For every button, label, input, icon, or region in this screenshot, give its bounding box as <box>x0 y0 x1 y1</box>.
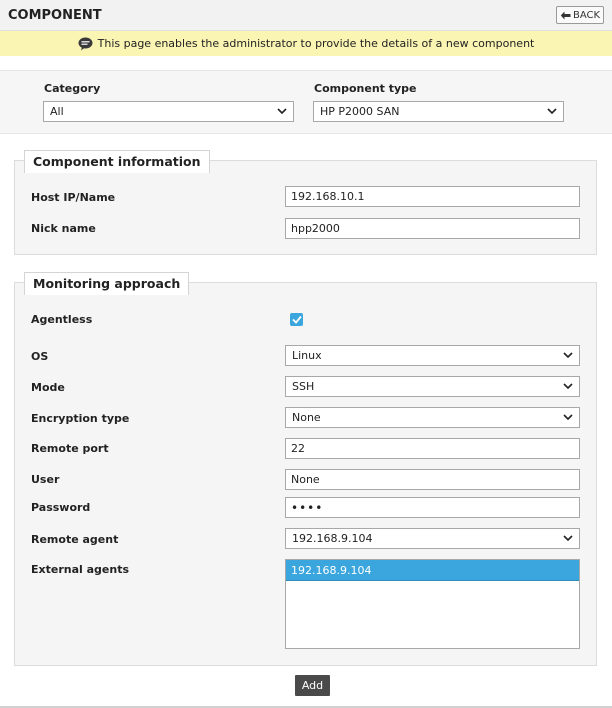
back-button[interactable]: BACK <box>556 6 604 24</box>
monitoring-title: Monitoring approach <box>24 272 190 295</box>
password-input[interactable]: •••• <box>285 497 580 518</box>
chevron-down-icon <box>547 108 557 115</box>
component-type-label: Component type <box>314 82 417 95</box>
chevron-down-icon <box>563 352 573 359</box>
host-ip-label: Host IP/Name <box>31 191 116 204</box>
os-select[interactable]: Linux <box>285 345 580 366</box>
user-input[interactable]: None <box>285 469 580 490</box>
component-info-panel <box>14 160 597 255</box>
password-label: Password <box>31 501 91 514</box>
category-value: All <box>50 105 64 118</box>
chevron-down-icon <box>563 414 573 421</box>
component-info-title: Component information <box>24 150 210 173</box>
agentless-checkbox[interactable] <box>290 313 303 326</box>
remote-agent-label: Remote agent <box>31 533 119 546</box>
component-type-value: HP P2000 SAN <box>320 105 400 118</box>
info-bar: This page enables the administrator to p… <box>0 31 612 56</box>
host-ip-input[interactable]: 192.168.10.1 <box>285 186 580 207</box>
category-select[interactable]: All <box>43 101 294 122</box>
page-title: COMPONENT <box>8 8 102 23</box>
mode-select[interactable]: SSH <box>285 376 580 397</box>
filter-panel: Category All Component type HP P2000 SAN <box>0 70 612 134</box>
agentless-label: Agentless <box>31 313 93 326</box>
checkmark-icon <box>291 315 302 324</box>
category-label: Category <box>44 82 101 95</box>
remote-port-input[interactable]: 22 <box>285 438 580 459</box>
encryption-value: None <box>292 411 321 424</box>
mode-value: SSH <box>292 380 315 393</box>
external-agents-label: External agents <box>31 563 130 576</box>
info-message: This page enables the administrator to p… <box>97 37 535 50</box>
page-header: COMPONENT BACK <box>0 0 612 31</box>
back-button-label: BACK <box>572 9 601 21</box>
mode-label: Mode <box>31 381 65 394</box>
nick-name-label: Nick name <box>31 222 96 235</box>
encryption-label: Encryption type <box>31 412 130 425</box>
list-item[interactable]: 192.168.9.104 <box>286 560 579 581</box>
add-button[interactable]: Add <box>295 675 330 696</box>
chevron-down-icon <box>563 535 573 542</box>
os-value: Linux <box>292 349 322 362</box>
back-arrow-icon <box>560 11 571 19</box>
speech-bubble-icon <box>78 37 93 50</box>
remote-port-label: Remote port <box>31 442 109 455</box>
chevron-down-icon <box>277 108 287 115</box>
chevron-down-icon <box>563 383 573 390</box>
external-agents-listbox[interactable]: 192.168.9.104 <box>285 559 580 649</box>
remote-agent-value: 192.168.9.104 <box>292 532 373 545</box>
user-label: User <box>31 473 60 486</box>
os-label: OS <box>31 350 49 363</box>
remote-agent-select[interactable]: 192.168.9.104 <box>285 528 580 549</box>
encryption-select[interactable]: None <box>285 407 580 428</box>
component-type-select[interactable]: HP P2000 SAN <box>313 101 564 122</box>
nick-name-input[interactable]: hpp2000 <box>285 218 580 239</box>
